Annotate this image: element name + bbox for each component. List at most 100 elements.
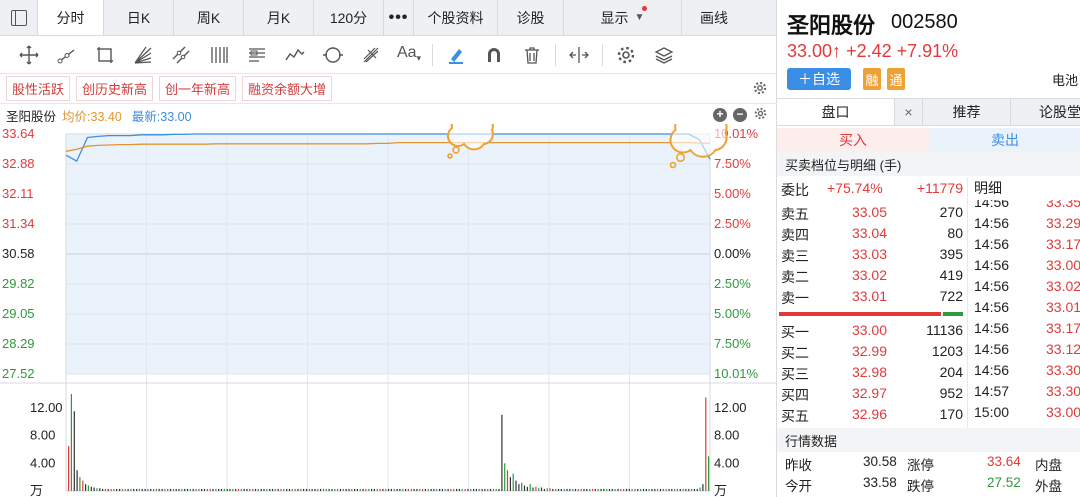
volume-bar [521,482,523,491]
ask-row: 卖三 33.03 395 [777,244,967,265]
volume-tick-label: 12.00 [30,400,63,415]
volume-bar [141,488,143,491]
quote-key: 内盘 [1035,458,1062,473]
tag-year-high[interactable]: 创一年新高 [159,76,237,101]
volume-bar [668,488,670,491]
volume-bar [637,488,639,491]
settings-tool[interactable] [607,40,645,70]
industry-label[interactable]: 电池 [1052,70,1080,89]
ask-label: 卖二 [781,269,809,285]
line-tool[interactable] [48,40,86,70]
tags-settings-button[interactable] [752,80,768,99]
tick-time: 15:00 [974,404,1010,420]
crosshair-tool[interactable] [10,40,48,70]
volume-bar [512,473,514,491]
volume-bar [351,488,353,491]
volume-bar [546,488,548,491]
channel-tool[interactable] [162,40,200,70]
volume-bar [416,488,418,491]
order-ratio-row: 委比 +75.74% +11779 [777,178,967,200]
volume-bar [90,486,92,491]
text-note-tool[interactable] [238,40,276,70]
rect-tool[interactable] [86,40,124,70]
volume-bar [608,488,611,491]
volume-bar [87,485,89,491]
volume-bar [549,488,551,491]
volume-bar [532,487,534,491]
wave-tool[interactable] [276,40,314,70]
volume-bar [501,414,503,491]
price-tick-label: 29.05 [2,306,35,321]
layers-tool[interactable] [645,40,683,70]
volume-bar [209,488,211,491]
add-watchlist-button[interactable]: ＋自选 [787,68,851,90]
tab-daily-k[interactable]: 日K [104,0,174,35]
tab-intraday[interactable]: 分时 [38,0,104,35]
volume-bar [99,488,101,491]
tab-120min[interactable]: 120分 [314,0,384,35]
ask-row: 卖五 33.05 270 [777,202,967,223]
fan-tool[interactable] [124,40,162,70]
volume-bar [580,488,582,491]
more-tabs-button[interactable]: ••• [384,0,414,35]
volume-bar [201,488,203,491]
zoom-out-icon[interactable]: − [733,108,747,122]
close-tab-icon[interactable]: × [895,99,923,125]
volume-tick-label: 8.00 [30,428,55,443]
stretch-tool[interactable] [560,40,598,70]
tab-stock-profile[interactable]: 个股资料 [414,0,498,35]
delete-tool[interactable] [513,40,551,70]
volume-bar [339,488,342,491]
tag-all-time-high[interactable]: 创历史新高 [76,76,154,101]
volume-bar [232,488,234,491]
tab-pankou[interactable]: 盘口 [777,99,895,125]
text-tool[interactable]: Aa▾ [390,40,428,70]
volume-bar [676,488,678,491]
volume-bar [402,488,404,491]
period-lines-tool[interactable] [200,40,238,70]
tab-weekly-k[interactable]: 周K [174,0,244,35]
tick-price: 33.30 [1046,362,1080,378]
sidebar-toggle-button[interactable] [0,0,38,35]
zoom-in-icon[interactable]: + [713,108,727,122]
price-tick-label: 32.88 [2,156,35,171]
volume-bar [362,488,364,491]
buy-button[interactable]: 买入 [777,128,929,152]
tab-diagnose[interactable]: 诊股 [498,0,564,35]
tab-recommend[interactable]: 推荐 [923,99,1011,125]
bid-label: 买四 [781,387,809,403]
intraday-chart[interactable]: 33.64 10.01% 32.88 7.50% 32.11 5.00% 31.34 2.50… [0,124,776,497]
volume-bar [456,488,458,491]
magnet-tool[interactable] [475,40,513,70]
tag-active[interactable]: 股性活跃 [6,76,71,101]
tab-monthly-k[interactable]: 月K [244,0,314,35]
volume-bar [169,488,172,491]
bid-volume: 952 [939,385,963,401]
chart-settings-button[interactable] [753,106,768,124]
highlighter-tool[interactable] [437,40,475,70]
gear-icon [617,46,635,63]
volume-bar [523,485,526,491]
circle-tool[interactable] [314,40,352,70]
draw-line-button[interactable]: 画线 [682,0,746,35]
volume-bar [206,488,208,491]
tag-margin-increase[interactable]: 融资余额大增 [242,76,333,101]
volume-bar [189,488,191,491]
volume-bar [113,488,115,491]
display-dropdown[interactable]: 显示 ▼ [564,0,682,35]
bid-row: 买三 32.98 204 [777,362,967,383]
tick-price: 33.00 [1046,404,1080,420]
volume-bar [119,488,121,491]
volume-bar [473,488,475,491]
volume-bar [96,488,98,491]
sell-button[interactable]: 卖出 [929,128,1080,152]
tab-forum[interactable]: 论股堂 [1011,99,1080,125]
quote-data-title: 行情数据 [777,428,1080,452]
volume-bar [365,488,367,491]
tick-row: 14:56 33.00 [968,255,1080,276]
tick-price: 33.01 [1046,299,1080,315]
volume-bar [422,488,424,491]
tick-detail-list[interactable]: 14:56 33.35 14:56 33.29 14:56 33.17 14:56 33.00… [967,200,1080,428]
tick-row: 14:56 33.17 [968,234,1080,255]
gann-tool[interactable] [352,40,390,70]
